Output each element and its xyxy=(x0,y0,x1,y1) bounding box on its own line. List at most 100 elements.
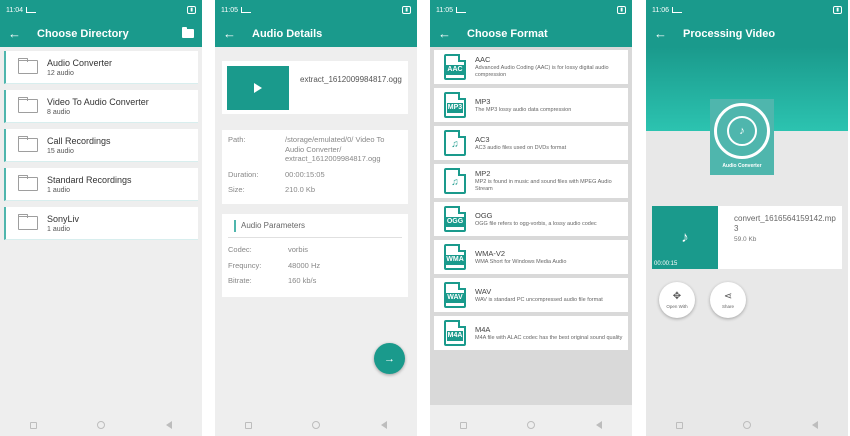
format-item[interactable]: M4A M4A M4A file with ALAC codec has the b… xyxy=(434,316,628,350)
directory-name: Call Recordings xyxy=(47,135,111,146)
directory-name: SonyLiv xyxy=(47,213,80,224)
signal-icon xyxy=(241,7,251,13)
home-button[interactable] xyxy=(743,421,752,429)
file-format-icon: OGG xyxy=(444,206,466,232)
home-button[interactable] xyxy=(312,421,321,429)
format-text: WAV WAV is standard PC uncompressed audio… xyxy=(475,287,603,304)
format-text: OGG OGG file refers to ogg-vorbis, a loss… xyxy=(475,211,597,228)
music-note-icon: ♪ xyxy=(681,229,689,246)
open-with-icon: ✥ xyxy=(672,290,682,302)
format-item[interactable]: ♫ AC3 AC3 audio files used on DVDs format xyxy=(434,126,628,160)
app-logo: ♪ Audio Converter xyxy=(710,99,774,175)
audio-count: 12 audio xyxy=(47,69,74,77)
arrow-right-icon: → xyxy=(384,352,395,365)
recents-button[interactable] xyxy=(460,421,468,429)
page-title: Choose Format xyxy=(467,27,548,40)
format-description: WAV is standard PC uncompressed audio fi… xyxy=(475,296,603,303)
open-with-button[interactable]: ✥ Open With xyxy=(659,282,695,318)
file-card[interactable]: extract_1612009984817.ogg xyxy=(222,61,408,114)
path-value: /storage/emulated/0/ Video To Audio Conv… xyxy=(285,135,385,163)
file-format-icon: ♫ xyxy=(444,130,466,156)
format-name: AAC xyxy=(475,55,491,64)
folder-icon xyxy=(18,214,38,230)
format-item[interactable]: ♫ MP2 MP2 is found in music and sound file… xyxy=(434,164,628,198)
home-button[interactable] xyxy=(527,421,536,429)
format-text: AC3 AC3 audio files used on DVDs format xyxy=(475,135,566,152)
list-item-text: Standard Recordings 1 audio xyxy=(47,175,132,194)
file-info-card: Path: /storage/emulated/0/ Video To Audio… xyxy=(222,130,408,204)
format-icon-text: M4A xyxy=(446,331,464,341)
audio-count: 15 audio xyxy=(47,147,74,155)
list-item[interactable]: SonyLiv 1 audio xyxy=(4,207,198,240)
nav-bar xyxy=(646,414,848,436)
back-arrow-icon[interactable]: ← xyxy=(8,27,21,40)
format-item[interactable]: WMA WMA-V2 WMA Short for Windows Media Aud… xyxy=(434,240,628,274)
audio-thumbnail[interactable] xyxy=(227,66,289,110)
directory-name: Audio Converter xyxy=(47,57,113,68)
file-format-icon: WAV xyxy=(444,282,466,308)
format-icon-text: AAC xyxy=(446,65,464,75)
screenshot-stage: 11:04 ▮ ← Choose Directory Audio Convert… xyxy=(0,0,850,436)
status-time: 11:04 xyxy=(6,6,23,14)
list-item-text: Video To Audio Converter 8 audio xyxy=(47,97,149,116)
back-button[interactable] xyxy=(380,421,387,429)
list-item-text: Audio Converter 12 audio xyxy=(47,58,112,77)
codec-value: vorbis xyxy=(288,245,309,254)
back-button[interactable] xyxy=(595,421,602,429)
back-button[interactable] xyxy=(811,421,818,429)
folder-icon xyxy=(18,136,38,152)
size-value: 210.0 Kb xyxy=(285,185,316,194)
list-item[interactable]: Audio Converter 12 audio xyxy=(4,51,198,84)
format-description: Advanced Audio Coding (AAC) is for lossy… xyxy=(475,65,609,78)
battery-icon: ▮ xyxy=(833,6,842,14)
list-item[interactable]: Standard Recordings 1 audio xyxy=(4,168,198,201)
recents-button[interactable] xyxy=(30,421,38,429)
format-item[interactable]: WAV WAV WAV is standard PC uncompressed au… xyxy=(434,278,628,312)
phone-choose-format: 11:05 ▮ ← Choose Format AAC AAC Advanced A… xyxy=(430,0,632,436)
format-item[interactable]: OGG OGG OGG file refers to ogg-vorbis, a l… xyxy=(434,202,628,236)
signal-icon xyxy=(456,7,466,13)
format-item[interactable]: MP3 MP3 The MP3 lossy audio data compressi… xyxy=(434,88,628,122)
output-file-size: 59.0 Kb xyxy=(734,236,757,243)
back-arrow-icon[interactable]: ← xyxy=(654,27,667,40)
format-name: WMA-V2 xyxy=(475,248,505,258)
output-file-card[interactable]: ♪ 00:00:15 convert_1616564159142.mp3 59.… xyxy=(652,206,842,269)
share-button[interactable]: ⋖ Share xyxy=(710,282,746,318)
format-description: AC3 audio files used on DVDs format xyxy=(475,144,567,151)
file-format-icon: MP3 xyxy=(444,92,466,118)
file-format-icon: M4A xyxy=(444,320,466,346)
battery-icon: ▮ xyxy=(187,6,196,14)
signal-icon xyxy=(672,7,682,13)
format-name: AC3 xyxy=(475,134,490,144)
format-text: MP2 MP2 is found in music and sound files… xyxy=(475,169,628,193)
folder-icon xyxy=(18,97,38,113)
format-item[interactable]: AAC AAC Advanced Audio Coding (AAC) is for… xyxy=(434,50,628,84)
list-item-text: Call Recordings 15 audio xyxy=(47,136,111,155)
output-thumbnail[interactable]: ♪ 00:00:15 xyxy=(652,206,718,269)
format-text: M4A M4A file with ALAC codec has the best… xyxy=(475,325,622,342)
format-description: The MP3 lossy audio data compression xyxy=(475,106,572,113)
duration-value: 00:00:15:05 xyxy=(285,169,325,179)
battery-icon: ▮ xyxy=(402,6,411,14)
recents-button[interactable] xyxy=(676,421,684,429)
format-icon-text: WMA xyxy=(445,255,465,265)
back-arrow-icon[interactable]: ← xyxy=(223,27,236,40)
frequency-label: Frequncy: xyxy=(228,260,262,270)
back-arrow-icon[interactable]: ← xyxy=(438,27,451,40)
next-button[interactable]: → xyxy=(374,343,405,374)
back-button[interactable] xyxy=(165,421,172,429)
format-description: WMA Short for Windows Media Audio xyxy=(475,258,567,265)
format-icon-text: MP3 xyxy=(446,103,464,113)
status-time: 11:05 xyxy=(221,6,238,14)
app-bar: ← Choose Format xyxy=(430,20,632,47)
play-icon[interactable] xyxy=(254,83,262,93)
home-button[interactable] xyxy=(97,421,106,429)
directory-list: Audio Converter 12 audio Video To Audio Co… xyxy=(0,47,202,240)
phone-choose-directory: 11:04 ▮ ← Choose Directory Audio Convert… xyxy=(0,0,202,436)
share-label: Share xyxy=(721,303,734,309)
list-item[interactable]: Video To Audio Converter 8 audio xyxy=(4,90,198,123)
list-item[interactable]: Call Recordings 15 audio xyxy=(4,129,198,162)
folder-icon[interactable] xyxy=(182,27,194,38)
audio-count: 1 audio xyxy=(47,186,70,194)
recents-button[interactable] xyxy=(245,421,253,429)
